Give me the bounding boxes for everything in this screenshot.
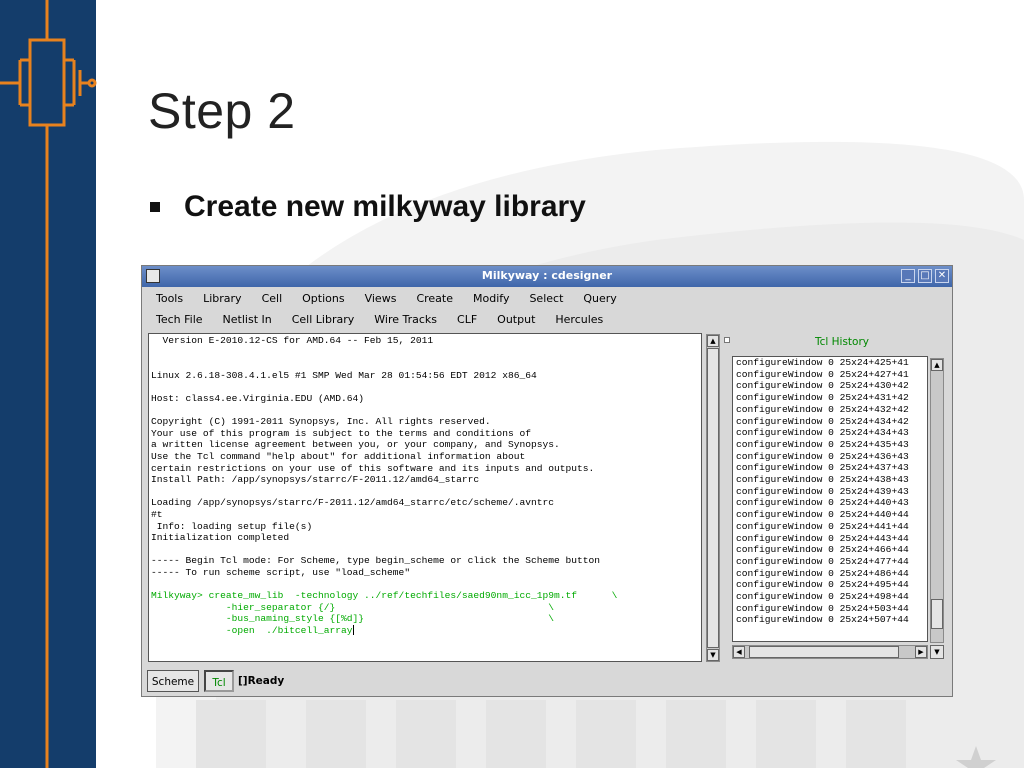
window-titlebar[interactable]: Milkyway : cdesigner _ □ ✕ — [142, 266, 952, 287]
bullet-point: Create new milkyway library — [150, 190, 586, 224]
menu-modify[interactable]: Modify — [463, 292, 519, 305]
minimize-button[interactable]: _ — [901, 269, 915, 283]
arrow-down-icon: ▼ — [934, 648, 940, 656]
menu-create[interactable]: Create — [406, 292, 463, 305]
menu-cell-library[interactable]: Cell Library — [282, 313, 365, 326]
history-scroll-left-button[interactable]: ◀ — [733, 646, 745, 658]
tcl-history-header: Tcl History — [814, 336, 869, 348]
bullet-square-icon — [150, 202, 160, 212]
history-item[interactable]: configureWindow 0 25x24+503+44 — [733, 603, 927, 615]
console-scroll-thumb[interactable] — [707, 348, 719, 648]
console-output-text: Version E-2010.12-CS for AMD.64 -- Feb 1… — [151, 335, 601, 578]
menu-tech-file[interactable]: Tech File — [142, 313, 213, 326]
close-button[interactable]: ✕ — [935, 269, 949, 283]
menu-select[interactable]: Select — [519, 292, 573, 305]
arrow-down-icon: ▼ — [710, 651, 716, 659]
history-item[interactable]: configureWindow 0 25x24+437+43 — [733, 462, 927, 474]
history-scroll-down-button[interactable]: ▼ — [930, 645, 944, 659]
history-item[interactable]: configureWindow 0 25x24+431+42 — [733, 392, 927, 404]
menu-options[interactable]: Options — [292, 292, 354, 305]
history-item[interactable]: configureWindow 0 25x24+439+43 — [733, 486, 927, 498]
history-item[interactable]: configureWindow 0 25x24+436+43 — [733, 451, 927, 463]
history-item[interactable]: configureWindow 0 25x24+486+44 — [733, 568, 927, 580]
milkyway-window: Milkyway : cdesigner _ □ ✕ Tools Library C… — [141, 265, 953, 697]
console-scrollbar[interactable]: ▲ ▼ — [706, 334, 720, 662]
menu-bar-secondary: Tech File Netlist In Cell Library Wire Trac… — [142, 309, 952, 330]
scheme-mode-button[interactable]: Scheme — [147, 670, 199, 692]
history-item[interactable]: configureWindow 0 25x24+495+44 — [733, 579, 927, 591]
console-output[interactable]: Version E-2010.12-CS for AMD.64 -- Feb 1… — [148, 333, 702, 662]
history-horizontal-scrollbar[interactable]: ◀ ▶ — [732, 645, 928, 659]
menu-netlist-in[interactable]: Netlist In — [213, 313, 282, 326]
status-ready-text: []Ready — [238, 675, 285, 687]
menu-wire-tracks[interactable]: Wire Tracks — [364, 313, 447, 326]
history-item[interactable]: configureWindow 0 25x24+432+42 — [733, 404, 927, 416]
pane-divider-handle[interactable] — [724, 337, 730, 343]
menu-cell[interactable]: Cell — [252, 292, 293, 305]
history-item[interactable]: configureWindow 0 25x24+435+43 — [733, 439, 927, 451]
history-item[interactable]: configureWindow 0 25x24+430+42 — [733, 380, 927, 392]
menu-bar-primary: Tools Library Cell Options Views Create Modify… — [142, 288, 952, 309]
history-item[interactable]: configureWindow 0 25x24+498+44 — [733, 591, 927, 603]
close-icon: ✕ — [937, 270, 947, 281]
history-scroll-up-button[interactable]: ▲ — [931, 359, 943, 371]
maximize-icon: □ — [920, 270, 930, 281]
maximize-button[interactable]: □ — [918, 269, 932, 283]
history-item[interactable]: configureWindow 0 25x24+466+44 — [733, 544, 927, 556]
history-item[interactable]: configureWindow 0 25x24+443+44 — [733, 533, 927, 545]
history-item[interactable]: configureWindow 0 25x24+425+41 — [733, 357, 927, 369]
menu-output[interactable]: Output — [487, 313, 545, 326]
tcl-history-list[interactable]: configureWindow 0 25x24+425+41 configureW… — [732, 356, 928, 642]
tcl-mode-button[interactable]: Tcl — [204, 670, 234, 692]
text-cursor — [352, 625, 354, 636]
history-item[interactable]: configureWindow 0 25x24+477+44 — [733, 556, 927, 568]
arrow-right-icon: ▶ — [918, 648, 924, 656]
menu-query[interactable]: Query — [573, 292, 626, 305]
menu-clf[interactable]: CLF — [447, 313, 487, 326]
menu-views[interactable]: Views — [355, 292, 407, 305]
history-item[interactable]: configureWindow 0 25x24+434+43 — [733, 427, 927, 439]
slide-title: Step 2 — [148, 83, 296, 139]
console-command-text[interactable]: Milkyway> create_mw_lib -technology ../r… — [151, 590, 617, 636]
bullet-text: Create new milkyway library — [184, 190, 586, 223]
status-bar: Scheme Tcl []Ready — [142, 668, 952, 696]
arrow-up-icon: ▲ — [710, 337, 716, 345]
history-item[interactable]: configureWindow 0 25x24+438+43 — [733, 474, 927, 486]
console-scroll-down-button[interactable]: ▼ — [707, 649, 719, 661]
circuit-decoration — [0, 0, 97, 768]
history-item[interactable]: configureWindow 0 25x24+440+44 — [733, 509, 927, 521]
history-item[interactable]: configureWindow 0 25x24+427+41 — [733, 369, 927, 381]
history-scroll-right-button[interactable]: ▶ — [915, 646, 927, 658]
history-scroll-thumb[interactable] — [931, 599, 943, 629]
history-item[interactable]: configureWindow 0 25x24+440+43 — [733, 497, 927, 509]
console-scroll-up-button[interactable]: ▲ — [707, 335, 719, 347]
history-hscroll-thumb[interactable] — [749, 646, 899, 658]
arrow-up-icon: ▲ — [934, 361, 940, 369]
menu-hercules[interactable]: Hercules — [545, 313, 613, 326]
history-scrollbar[interactable]: ▲ — [930, 358, 944, 643]
window-title: Milkyway : cdesigner — [481, 269, 613, 282]
minimize-icon: _ — [905, 270, 911, 281]
history-item[interactable]: configureWindow 0 25x24+507+44 — [733, 614, 927, 626]
arrow-left-icon: ◀ — [736, 648, 742, 656]
menu-tools[interactable]: Tools — [142, 292, 193, 305]
menu-library[interactable]: Library — [193, 292, 251, 305]
history-item[interactable]: configureWindow 0 25x24+441+44 — [733, 521, 927, 533]
history-item[interactable]: configureWindow 0 25x24+434+42 — [733, 416, 927, 428]
